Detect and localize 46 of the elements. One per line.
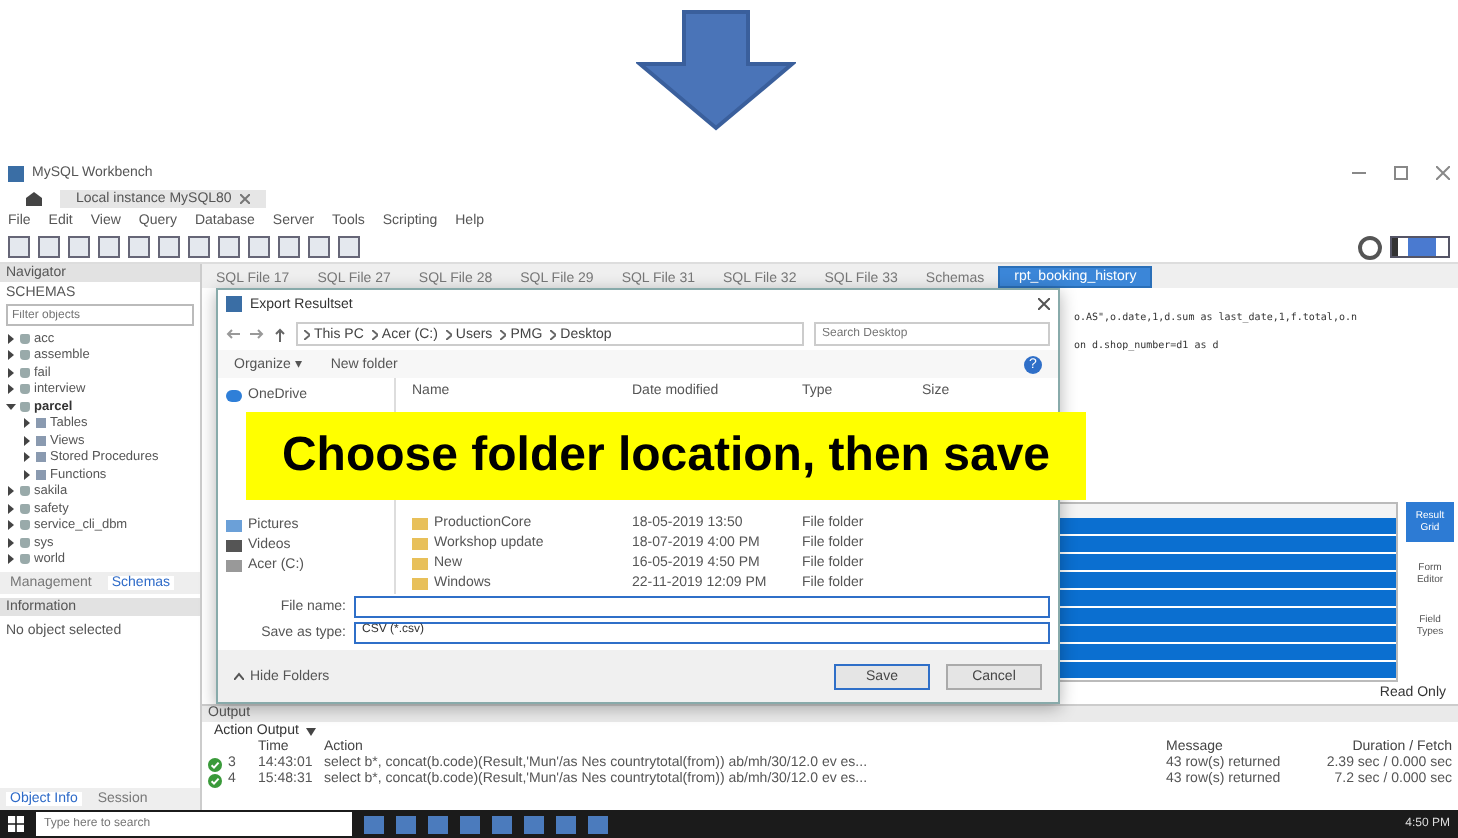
- callout-banner: Choose folder location, then save: [246, 412, 1086, 500]
- expand-arrow-icon[interactable]: [6, 333, 16, 344]
- toolbar-icon[interactable]: [68, 236, 90, 258]
- expand-arrow-icon[interactable]: [6, 384, 16, 395]
- back-arrow-icon[interactable]: [226, 328, 240, 340]
- chevron-icon: [550, 329, 557, 339]
- maximize-icon[interactable]: [1394, 166, 1408, 180]
- close-icon[interactable]: [1436, 166, 1450, 180]
- app-icon: [8, 165, 24, 181]
- expand-arrow-icon[interactable]: [6, 554, 16, 565]
- settings-icon[interactable]: [1358, 235, 1382, 259]
- chevron-icon: [445, 329, 452, 339]
- minimize-icon[interactable]: [1352, 166, 1366, 180]
- expand-arrow-icon[interactable]: [6, 537, 16, 548]
- caret-icon: [234, 672, 244, 680]
- file-name-field[interactable]: [354, 596, 1050, 618]
- start-icon[interactable]: [8, 816, 24, 832]
- expand-arrow-icon[interactable]: [6, 350, 16, 361]
- toolbar-icon[interactable]: [158, 236, 180, 258]
- chevron-icon: [371, 329, 378, 339]
- chevron-icon: [304, 329, 310, 339]
- dialog-icon: [226, 296, 242, 312]
- toolbar-icon[interactable]: [338, 236, 360, 258]
- toolbar-icon[interactable]: [308, 236, 330, 258]
- expand-arrow-icon[interactable]: [6, 503, 16, 514]
- up-arrow-icon[interactable]: [274, 327, 286, 341]
- expand-arrow-icon[interactable]: [6, 367, 16, 378]
- toolbar-icon[interactable]: [38, 236, 60, 258]
- toolbar-icon[interactable]: [98, 236, 120, 258]
- layout-toggle-icon[interactable]: [1390, 236, 1450, 258]
- caret-icon: [306, 727, 317, 735]
- toolbar-icon[interactable]: [8, 236, 30, 258]
- close-icon[interactable]: [239, 193, 250, 203]
- down-arrow-icon: [635, 8, 795, 132]
- toolbar-icon[interactable]: [128, 236, 150, 258]
- close-icon[interactable]: [1038, 298, 1050, 310]
- toolbar-icon[interactable]: [218, 236, 240, 258]
- toolbar-icon[interactable]: [248, 236, 270, 258]
- expand-arrow-icon[interactable]: [6, 520, 16, 531]
- forward-arrow-icon[interactable]: [250, 328, 264, 340]
- expand-arrow-icon[interactable]: [6, 486, 16, 497]
- home-icon[interactable]: [24, 190, 44, 206]
- expand-arrow-icon[interactable]: [6, 401, 16, 412]
- toolbar-icon[interactable]: [188, 236, 210, 258]
- toolbar-icon[interactable]: [278, 236, 300, 258]
- chevron-icon: [500, 329, 507, 339]
